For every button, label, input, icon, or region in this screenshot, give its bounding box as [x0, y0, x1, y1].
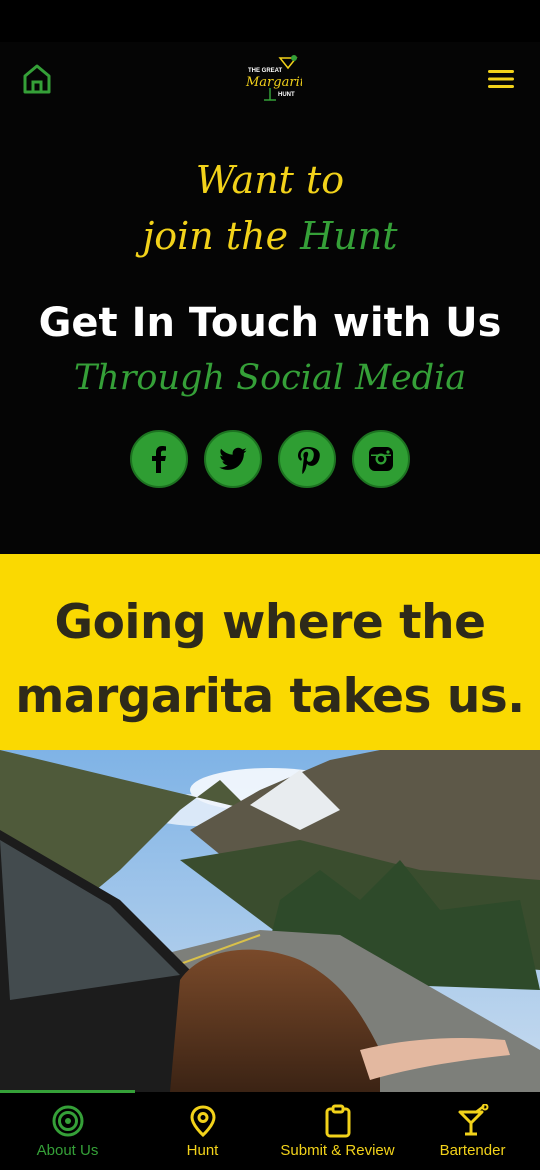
app-header: THE GREAT Margarita HUNT — [0, 42, 540, 114]
instagram-icon — [369, 447, 393, 471]
contact-hero: Want to join the Hunt Get In Touch with … — [0, 114, 540, 554]
clipboard-icon — [325, 1104, 350, 1138]
tagline-banner: Going where the margarita takes us. — [0, 554, 540, 750]
pinterest-icon — [298, 447, 320, 474]
tab-submit-review-label: Submit & Review — [280, 1142, 395, 1159]
join-the-text: join the — [142, 214, 289, 258]
tab-bartender[interactable]: Bartender — [405, 1092, 540, 1170]
through-social-subheading: Through Social Media — [73, 358, 467, 398]
hamburger-icon — [488, 70, 514, 88]
menu-button[interactable] — [488, 68, 514, 90]
twitter-button[interactable] — [204, 430, 262, 488]
cocktail-icon — [458, 1104, 488, 1136]
logo-line3: HUNT — [278, 92, 295, 98]
join-the-hunt-heading: join the Hunt — [0, 214, 540, 258]
logo-line1: THE GREAT — [248, 68, 283, 74]
location-pin-icon — [189, 1105, 216, 1138]
tab-submit-review[interactable]: Submit & Review — [270, 1092, 405, 1170]
instagram-button[interactable] — [352, 430, 410, 488]
twitter-icon — [219, 447, 247, 470]
bottom-tab-bar: About Us Hunt Submit & Review Bartender — [0, 1090, 540, 1170]
tagline-text: Going where the margarita takes us. — [0, 586, 540, 734]
hunt-text: Hunt — [300, 214, 398, 258]
tab-hunt-label: Hunt — [186, 1142, 219, 1159]
logo-line2: Margarita — [245, 75, 302, 90]
social-links — [0, 430, 540, 488]
road-trip-photo — [0, 750, 540, 1092]
facebook-icon — [152, 446, 166, 473]
want-to-heading: Want to — [195, 158, 345, 202]
home-icon — [23, 64, 51, 94]
tab-hunt[interactable]: Hunt — [135, 1092, 270, 1170]
home-button[interactable] — [20, 62, 54, 96]
tab-about-us[interactable]: About Us — [0, 1092, 135, 1170]
status-bar — [0, 0, 540, 42]
margarita-hunt-logo[interactable]: THE GREAT Margarita HUNT — [240, 54, 313, 104]
pinterest-button[interactable] — [278, 430, 336, 488]
get-in-touch-heading: Get In Touch with Us — [38, 300, 502, 346]
tagline-line1: Going where the — [54, 595, 486, 650]
target-icon — [52, 1105, 83, 1137]
tab-about-us-label: About Us — [36, 1142, 99, 1159]
tab-bartender-label: Bartender — [439, 1142, 506, 1159]
tagline-line2: margarita takes us. — [15, 669, 525, 724]
facebook-button[interactable] — [130, 430, 188, 488]
